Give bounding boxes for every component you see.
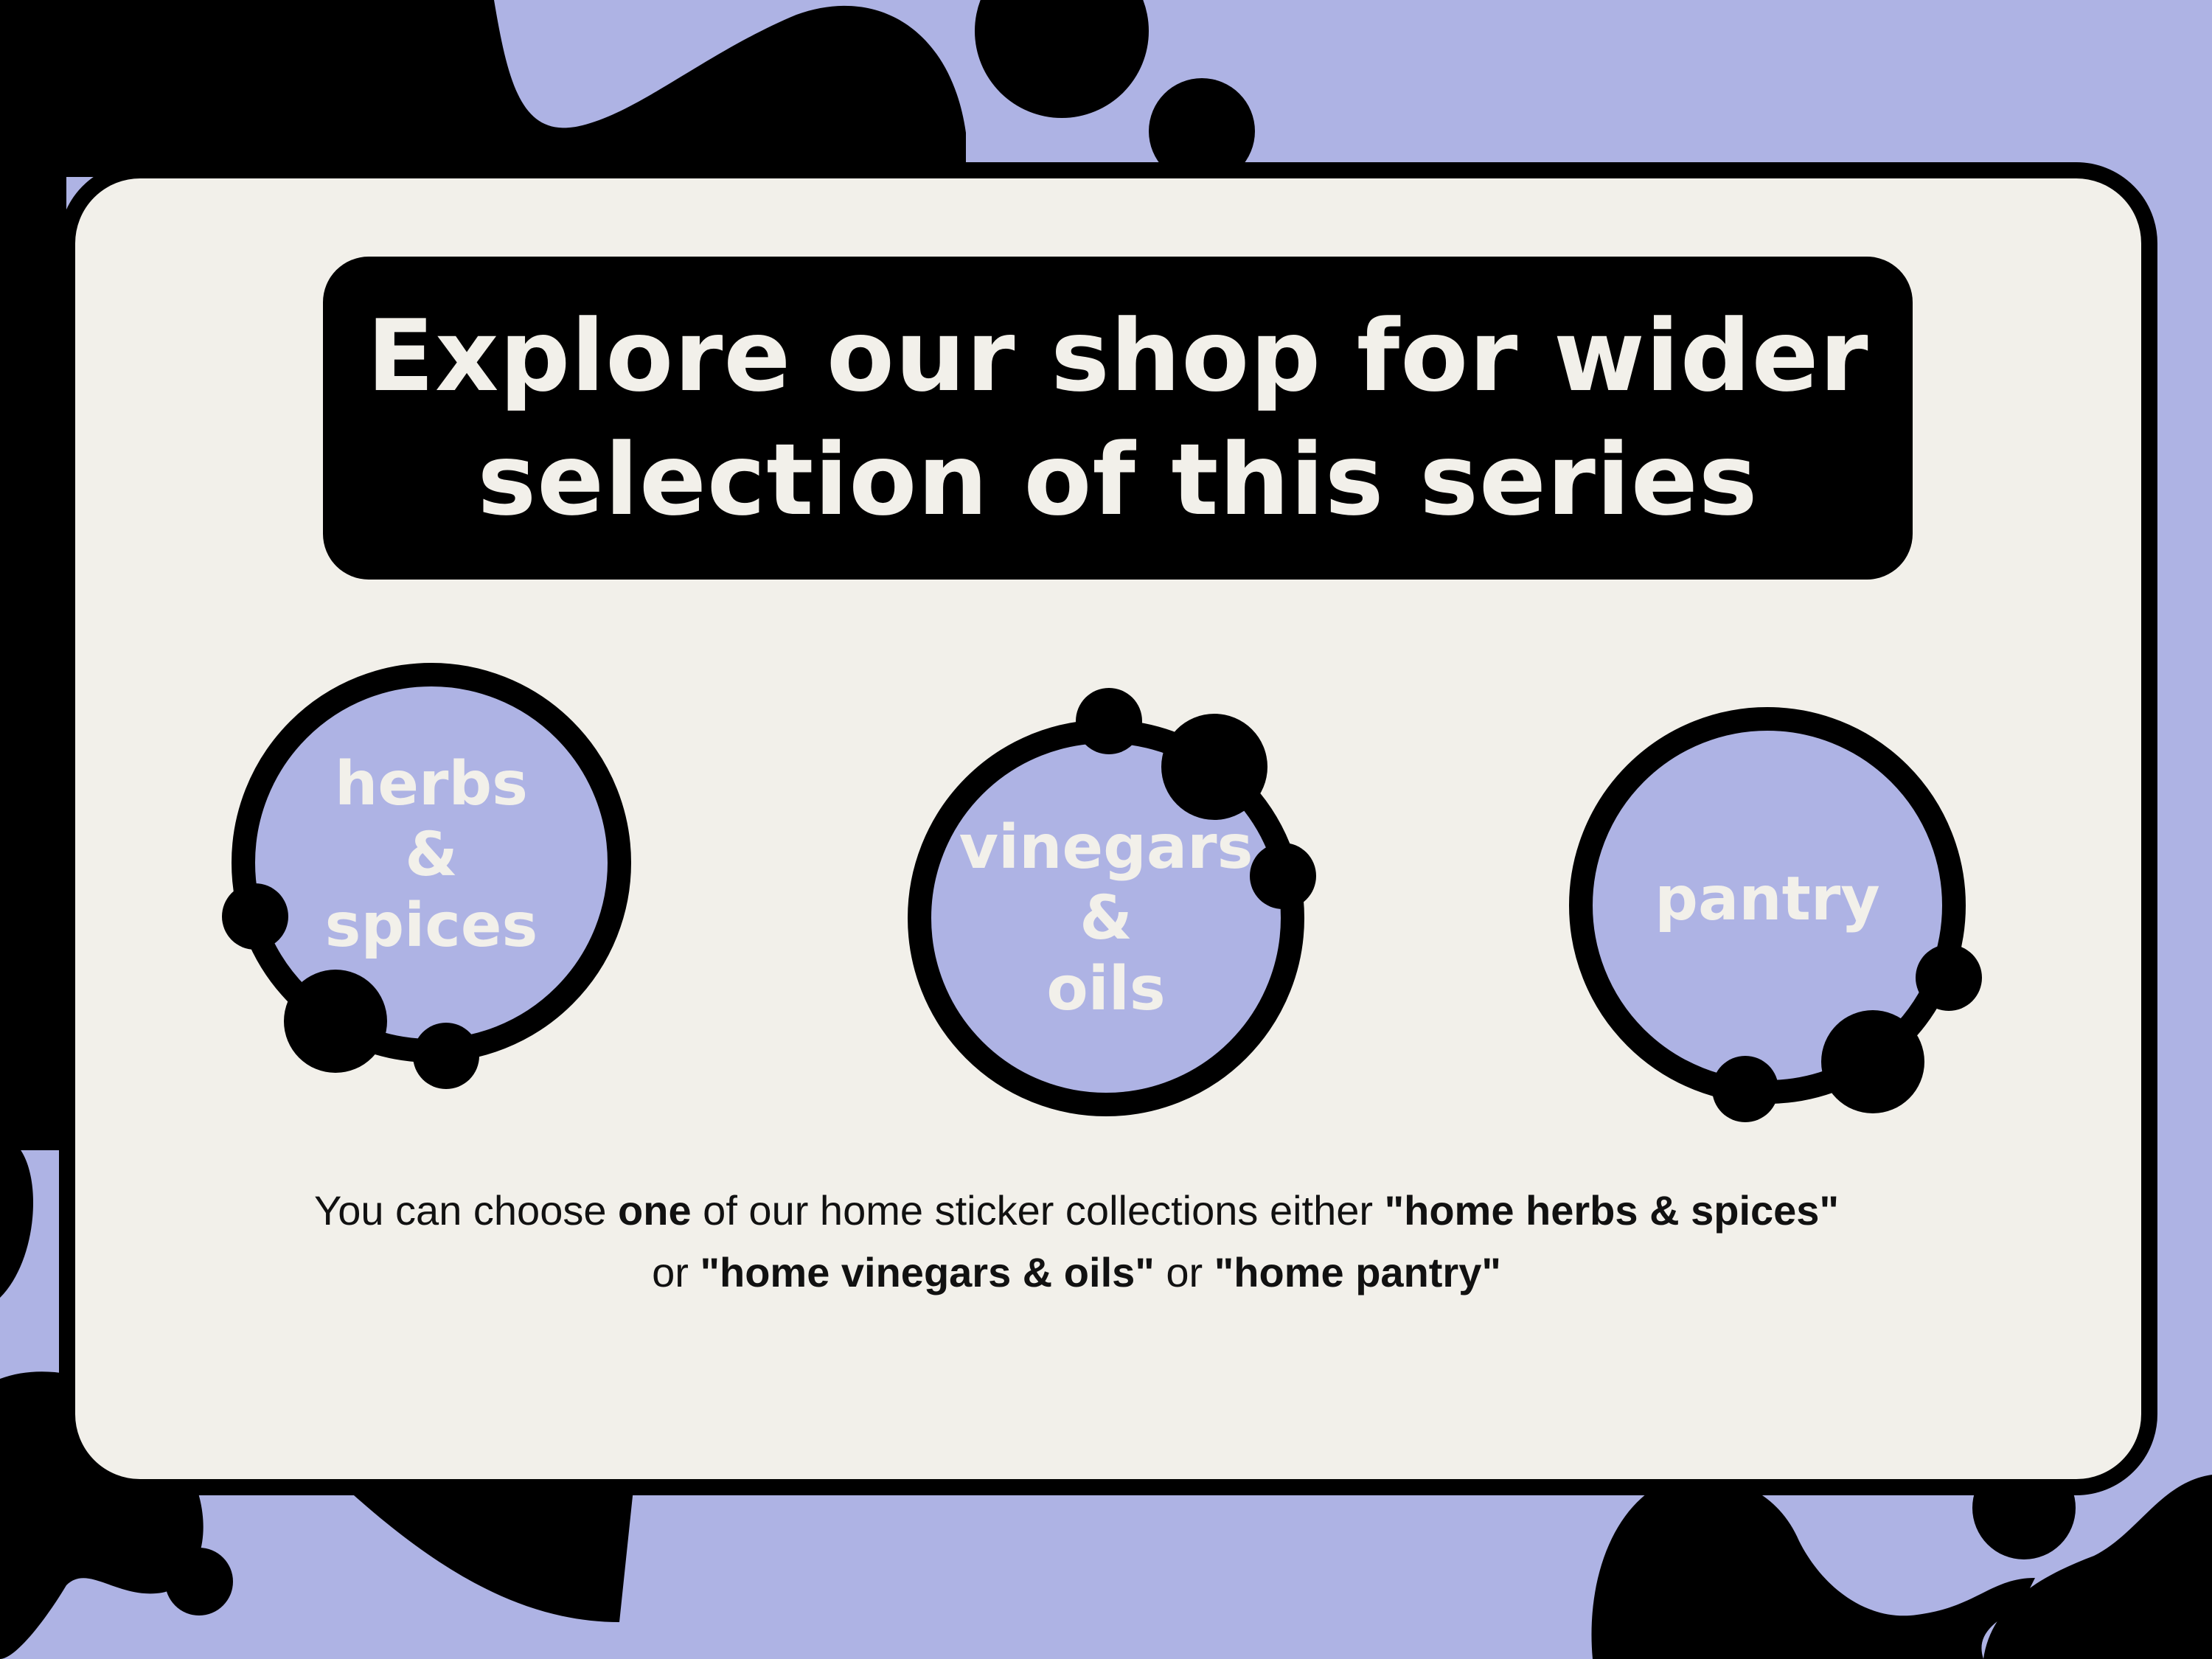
herbs-spices-dot-2 — [284, 970, 387, 1073]
vinegars-oils-dot-1 — [1076, 688, 1142, 754]
herbs-spices-dot-3 — [413, 1023, 479, 1089]
pantry-label: pantry — [1655, 864, 1880, 934]
vinegars-oils-label: vinegars & oils — [959, 813, 1253, 1024]
herbs-spices-dot-1 — [222, 883, 288, 950]
vinegars-oils-dot-2 — [1161, 714, 1267, 820]
pantry-dot-1 — [1916, 945, 1982, 1011]
pantry-dot-3 — [1712, 1056, 1778, 1122]
pantry-dot-2 — [1821, 1010, 1924, 1113]
caption-line-1: You can choose one of our home sticker c… — [314, 1187, 1839, 1234]
herbs-spices-label: herbs & spices — [324, 749, 538, 961]
caption-line-2: or "home vinegars & oils" or "home pantr… — [652, 1249, 1501, 1295]
collections-caption: You can choose one of our home sticker c… — [184, 1180, 1969, 1304]
